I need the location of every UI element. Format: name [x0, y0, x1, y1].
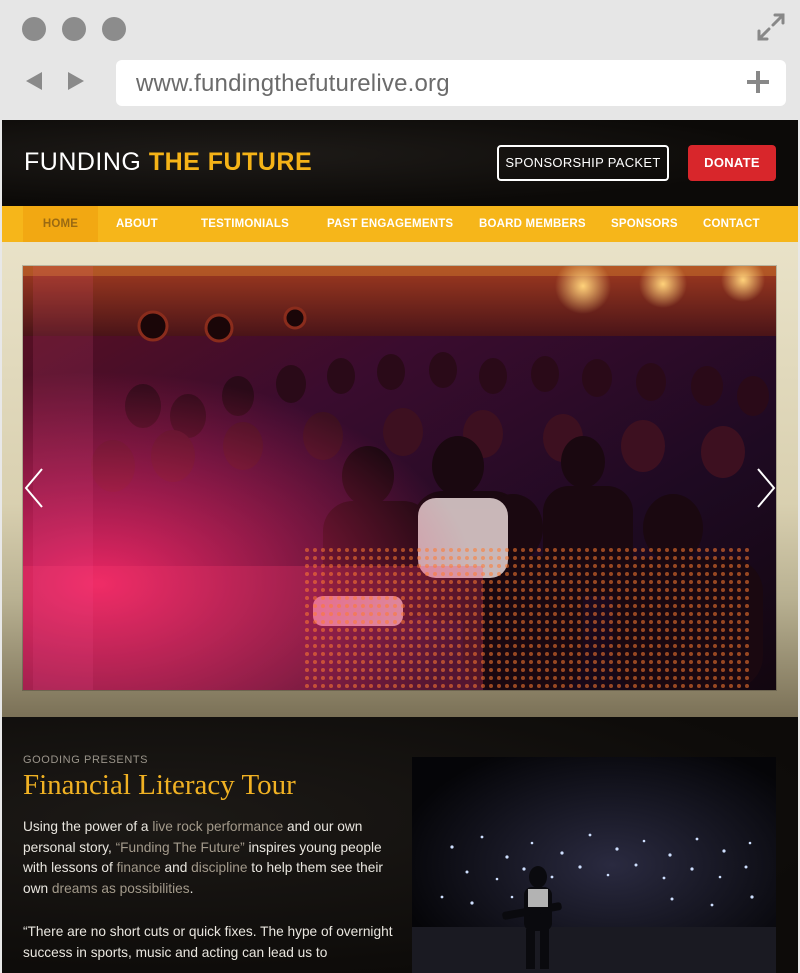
para-link-discipline[interactable]: discipline	[191, 860, 247, 875]
stage-photo[interactable]	[412, 757, 776, 973]
nav-about[interactable]: ABOUT	[116, 206, 158, 242]
site-logo[interactable]: FUNDING THE FUTURE	[24, 148, 312, 177]
window-close-dot-icon[interactable]	[22, 17, 46, 41]
intro-paragraph: Using the power of a live rock performan…	[23, 817, 393, 899]
nav-home[interactable]: HOME	[23, 206, 98, 242]
site-header: FUNDING THE FUTURE SPONSORSHIP PACKET DO…	[2, 120, 798, 206]
chevron-right-icon[interactable]	[756, 467, 776, 509]
para-text: Using the power of a	[23, 819, 153, 834]
expand-icon[interactable]	[756, 12, 786, 42]
para-link-funding-the-future[interactable]: “Funding The Future”	[116, 840, 245, 855]
quote-paragraph: “There are no short cuts or quick fixes.…	[23, 924, 393, 960]
concert-audience-photo	[23, 266, 776, 690]
stage-performance-photo	[412, 757, 776, 973]
nav-board-members[interactable]: BOARD MEMBERS	[479, 206, 586, 242]
para-text: .	[189, 880, 194, 896]
logo-text-funding: FUNDING	[24, 148, 149, 176]
address-bar[interactable]: www.fundingthefuturelive.org	[116, 60, 786, 106]
nav-past-engagements[interactable]: PAST ENGAGEMENTS	[327, 206, 453, 242]
window-minimize-dot-icon[interactable]	[62, 17, 86, 41]
logo-text-the-future: THE FUTURE	[148, 148, 313, 176]
plus-icon[interactable]	[744, 68, 772, 96]
para-link-finance[interactable]: finance	[117, 860, 161, 875]
forward-arrow-icon[interactable]	[66, 70, 86, 92]
browser-chrome: www.fundingthefuturelive.org	[0, 0, 800, 120]
para-text: and	[160, 860, 192, 875]
para-link-dreams[interactable]: dreams as possibilities	[52, 881, 190, 896]
chevron-left-icon[interactable]	[24, 467, 44, 509]
section-title: Financial Literacy Tour	[23, 769, 296, 801]
back-arrow-icon[interactable]	[24, 70, 44, 92]
website: FUNDING THE FUTURE SPONSORSHIP PACKET DO…	[2, 120, 798, 973]
para-link-live-rock[interactable]: live rock performance	[152, 819, 283, 834]
nav-contact[interactable]: CONTACT	[703, 206, 760, 242]
hero-slide-image[interactable]	[23, 266, 776, 690]
url-text: www.fundingthefuturelive.org	[136, 70, 450, 97]
intro-section: GOODING PRESENTS Financial Literacy Tour…	[2, 717, 798, 973]
section-kicker: GOODING PRESENTS	[23, 754, 149, 766]
sponsorship-packet-button[interactable]: SPONSORSHIP PACKET	[497, 145, 669, 181]
main-nav: HOME ABOUT TESTIMONIALS PAST ENGAGEMENTS…	[2, 206, 798, 242]
window-zoom-dot-icon[interactable]	[102, 17, 126, 41]
nav-sponsors[interactable]: SPONSORS	[611, 206, 678, 242]
donate-button[interactable]: DONATE	[688, 145, 776, 181]
nav-testimonials[interactable]: TESTIMONIALS	[201, 206, 289, 242]
